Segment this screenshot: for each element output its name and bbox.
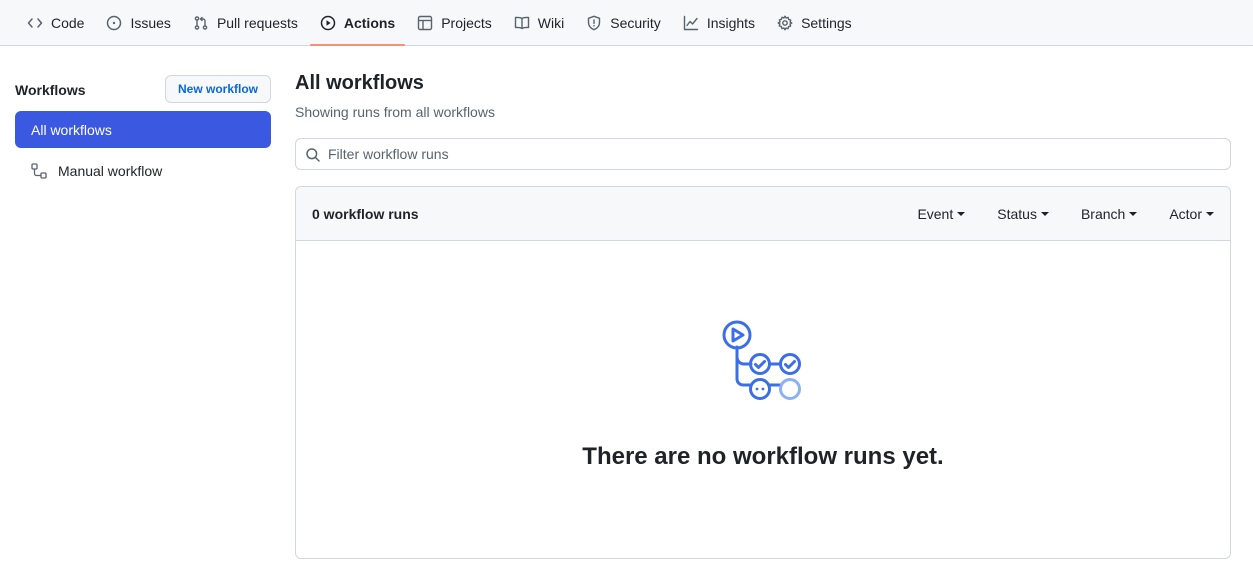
new-workflow-button[interactable]: New workflow xyxy=(164,75,271,103)
workflows-sidebar: Workflows New workflow All workflows Man… xyxy=(15,74,271,179)
actor-filter-label: Actor xyxy=(1169,206,1202,222)
event-filter-dropdown[interactable]: Event xyxy=(917,206,966,222)
sidebar-item-label: All workflows xyxy=(31,121,112,138)
tab-issues[interactable]: Issues xyxy=(96,0,180,45)
actor-filter-dropdown[interactable]: Actor xyxy=(1169,206,1214,222)
status-filter-dropdown[interactable]: Status xyxy=(997,206,1049,222)
page-subtitle: Showing runs from all workflows xyxy=(295,104,495,120)
tab-insights-label: Insights xyxy=(706,14,756,31)
tab-security[interactable]: Security xyxy=(576,0,671,45)
caret-down-icon xyxy=(1129,212,1138,216)
sidebar-item-all-workflows[interactable]: All workflows xyxy=(15,111,271,148)
tab-code[interactable]: Code xyxy=(17,0,94,45)
play-icon xyxy=(320,15,336,31)
runs-header: 0 workflow runs Event Status Branch Acto… xyxy=(296,187,1230,241)
tab-settings-label: Settings xyxy=(801,14,852,31)
tab-insights[interactable]: Insights xyxy=(673,0,765,45)
tab-security-label: Security xyxy=(610,14,661,31)
filter-runs-field xyxy=(295,138,1231,170)
sidebar-item-label: Manual workflow xyxy=(58,162,163,179)
workflow-icon xyxy=(31,162,47,179)
tab-actions[interactable]: Actions xyxy=(309,0,406,46)
sidebar-title: Workflows xyxy=(15,82,86,98)
branch-filter-label: Branch xyxy=(1080,206,1126,222)
tab-wiki[interactable]: Wiki xyxy=(504,0,574,45)
tab-actions-label: Actions xyxy=(343,14,396,31)
book-icon xyxy=(514,15,530,31)
table-icon xyxy=(417,15,433,31)
tab-code-label: Code xyxy=(51,14,85,31)
sidebar-header: Workflows New workflow xyxy=(15,74,271,104)
repo-nav-list: Code Issues Pull requests Actions Projec… xyxy=(17,0,864,46)
workflow-runs-panel: 0 workflow runs Event Status Branch Acto… xyxy=(295,186,1231,559)
runs-filters: Event Status Branch Actor xyxy=(885,187,1214,241)
shield-icon xyxy=(586,15,602,31)
graph-icon xyxy=(683,15,699,31)
tab-pull-requests[interactable]: Pull requests xyxy=(183,0,308,45)
tab-projects-label: Projects xyxy=(441,14,492,31)
tab-pull-requests-label: Pull requests xyxy=(216,14,298,31)
sidebar-item-manual-workflow[interactable]: Manual workflow xyxy=(15,152,271,189)
caret-down-icon xyxy=(957,212,966,216)
caret-down-icon xyxy=(1040,212,1049,216)
tab-wiki-label: Wiki xyxy=(537,14,565,31)
search-icon xyxy=(305,147,321,163)
filter-runs-input[interactable] xyxy=(328,139,1218,169)
repo-nav: Code Issues Pull requests Actions Projec… xyxy=(0,0,1253,46)
gear-icon xyxy=(777,15,793,31)
caret-down-icon xyxy=(1206,212,1214,216)
code-icon xyxy=(27,15,43,31)
branch-filter-dropdown[interactable]: Branch xyxy=(1080,206,1138,222)
workflow-runs-illustration-icon xyxy=(720,319,806,405)
pull-request-icon xyxy=(193,15,209,31)
tab-projects[interactable]: Projects xyxy=(407,0,502,45)
tab-issues-label: Issues xyxy=(130,14,171,31)
tab-settings[interactable]: Settings xyxy=(767,0,862,45)
status-filter-label: Status xyxy=(997,206,1037,222)
empty-state-message: There are no workflow runs yet. xyxy=(582,443,944,470)
page-title: All workflows xyxy=(295,72,424,94)
event-filter-label: Event xyxy=(917,206,954,222)
issue-icon xyxy=(106,15,122,31)
runs-count: 0 workflow runs xyxy=(312,206,419,222)
